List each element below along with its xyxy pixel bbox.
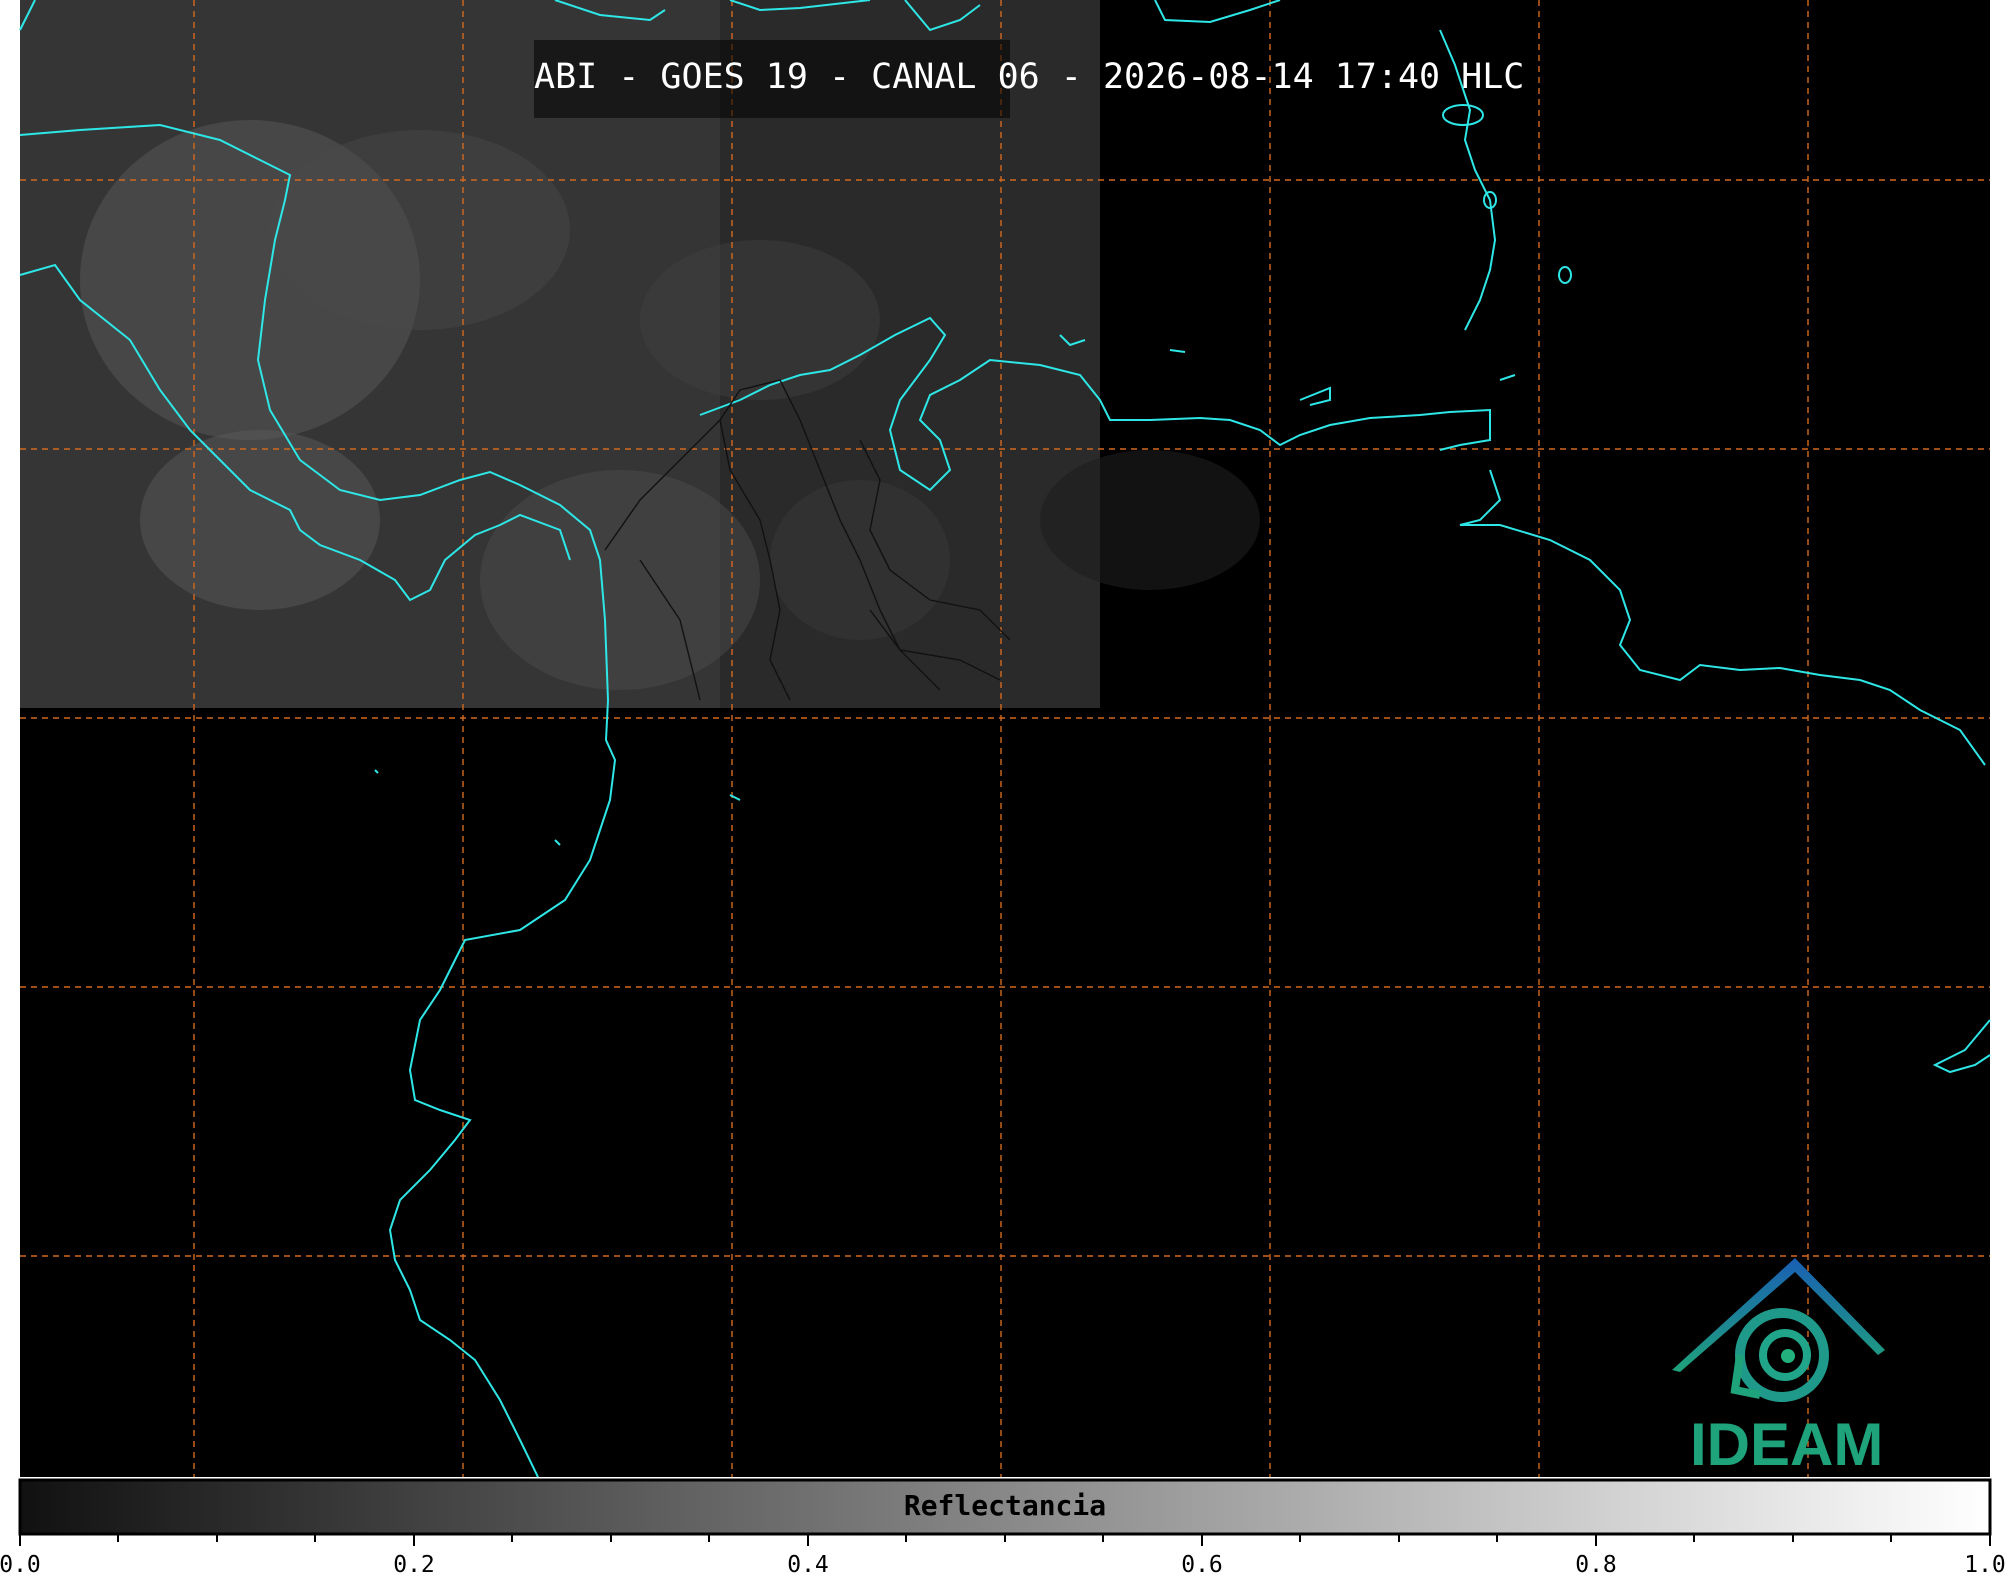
colorbar-tick-label: 0.2 xyxy=(393,1552,435,1577)
colorbar-tick-label: 0.0 xyxy=(0,1552,41,1577)
colorbar-label: Reflectancia xyxy=(903,1489,1107,1522)
colorbar-tick-label: 0.8 xyxy=(1575,1552,1617,1577)
ideam-logo-text: IDEAM xyxy=(1690,1411,1884,1478)
colorbar-ticks xyxy=(19,1534,1991,1546)
colorbar-tick-label: 1.0 xyxy=(1964,1552,2006,1577)
satellite-map xyxy=(18,0,1992,1546)
satellite-image-viewer: ABI - GOES 19 - CANAL 06 - 2026-08-14 17… xyxy=(0,0,2011,1577)
colorbar-tick-label: 0.4 xyxy=(787,1552,829,1577)
colorbar-tick-label: 0.6 xyxy=(1181,1552,1223,1577)
image-title: ABI - GOES 19 - CANAL 06 - 2026-08-14 17… xyxy=(534,57,1525,97)
